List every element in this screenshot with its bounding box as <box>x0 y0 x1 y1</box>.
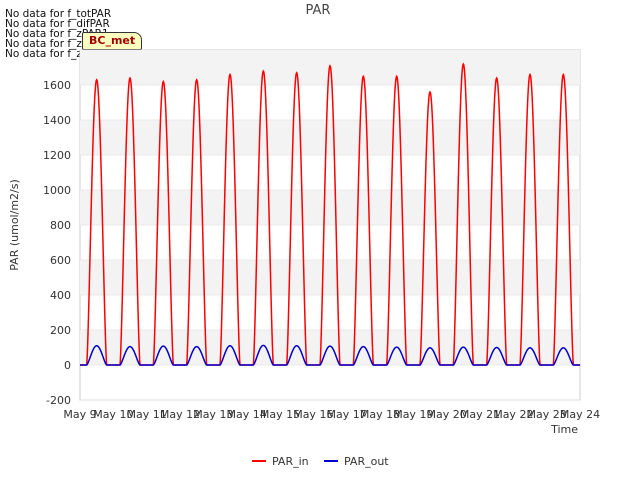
par-chart: -20002004006008001000120014001600 May 9M… <box>8 3 600 468</box>
y-tick-label: 800 <box>50 219 71 232</box>
x-axis-label: Time <box>550 423 578 436</box>
y-tick-label: 200 <box>50 324 71 337</box>
legend: PAR_in PAR_out <box>252 455 389 468</box>
y-tick-label: 1600 <box>43 79 71 92</box>
grid-band <box>80 260 580 295</box>
y-tick-label: 1200 <box>43 149 71 162</box>
y-tick-labels: -200 0 200 400 600 800 1000 1200 1400 1600 <box>43 79 71 407</box>
y-tick-label: 1400 <box>43 114 71 127</box>
grid-band <box>80 120 580 155</box>
legend-label-par-out: PAR_out <box>344 455 389 468</box>
grid-band <box>80 190 580 225</box>
y-axis-label: PAR (umol/m2/s) <box>8 179 21 271</box>
y-tick-label: 400 <box>50 289 71 302</box>
x-tick-label: May 24 <box>560 408 600 421</box>
x-tick-labels: May 9May 10May 11May 12May 13May 14May 1… <box>63 408 600 421</box>
y-tick-label: -200 <box>46 394 71 407</box>
y-tick-label: 600 <box>50 254 71 267</box>
chart-title: PAR <box>306 3 331 18</box>
y-tick-label: 0 <box>64 359 71 372</box>
legend-label-par-in: PAR_in <box>272 455 309 468</box>
x-tick-label: May 9 <box>63 408 96 421</box>
y-tick-label: 1000 <box>43 184 71 197</box>
